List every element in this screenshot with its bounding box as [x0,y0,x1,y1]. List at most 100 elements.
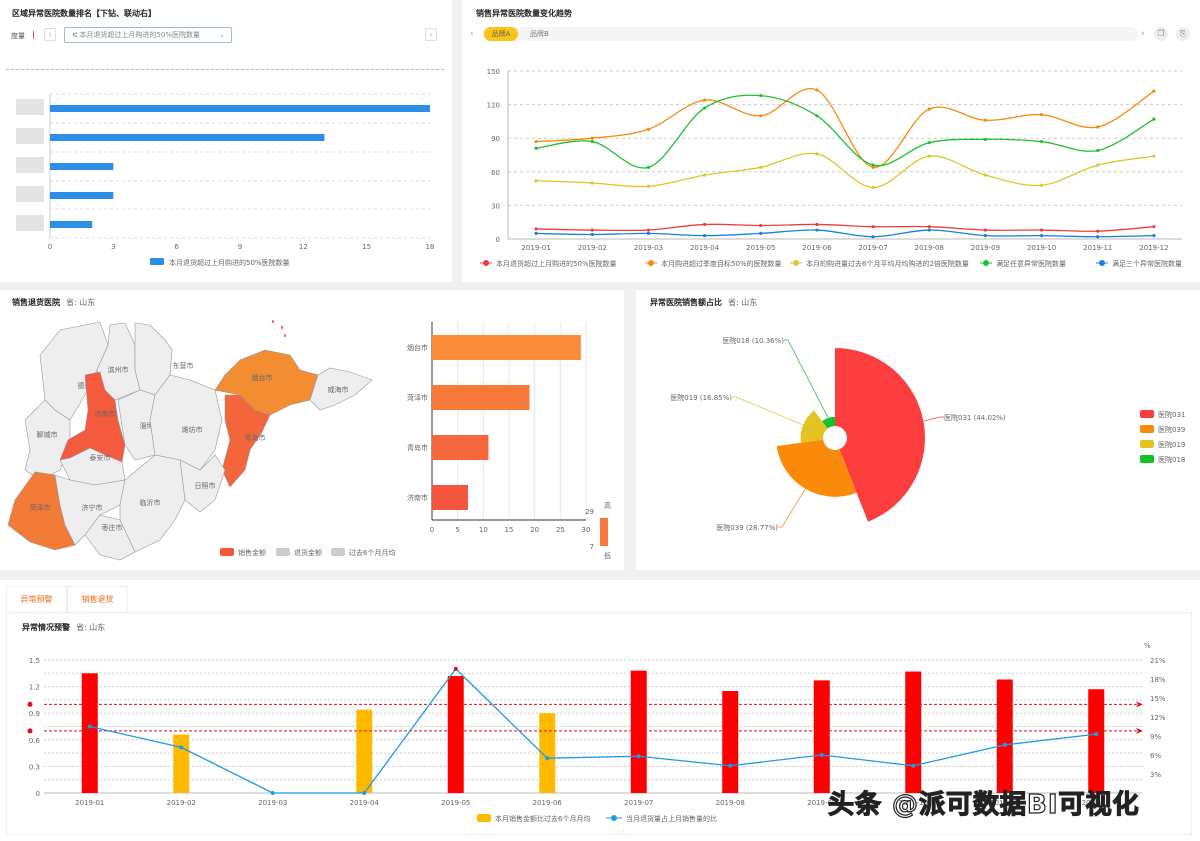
data-point [1039,139,1044,144]
legend-label: 医院019 [1158,440,1185,449]
data-point [590,136,594,140]
data-point [534,179,538,183]
x-tick-label: 2019-06 [802,244,832,252]
legend-label: 医院031 [1158,410,1185,419]
mark-line-start [27,728,33,734]
data-point [927,141,931,145]
trend-panel: 销售异常医院数量变化趋势 ‹ 品牌A 品牌B › ❐ ⎘ 0 30 60 90 120 1… [462,0,1200,282]
slice-label: 医院018 (10.36%) [722,336,784,345]
data-point [179,745,184,750]
bar [432,335,581,360]
data-point [728,763,733,768]
bar [50,192,114,199]
y-tick-label: 90 [491,135,500,143]
y-tick-label: 0.3 [29,763,40,771]
label-line [778,488,806,528]
data-point [911,763,916,768]
x-tick-label: 2019-02 [167,799,196,807]
data-point [702,234,707,238]
data-point [759,114,763,118]
legend-label: 本月的购进量过去6个月平均月均购进的2倍医院数量 [806,259,969,268]
legend-label: 本月退货超过上月购进的50%医院数量 [496,259,617,268]
data-point [983,118,988,122]
data-point [871,163,875,167]
data-point [1039,183,1044,187]
slice-label: 医院031 (44.02%) [944,413,1006,422]
x-tick-label: 10 [479,526,488,534]
mark-line-arrow [1136,701,1143,708]
data-point [1152,225,1156,229]
data-point [590,232,594,237]
visual-map-low-label: 低 [604,551,611,560]
data-point [702,222,707,227]
data-point [815,152,819,156]
data-point [534,146,538,150]
legend-marker [983,260,989,266]
y-tick-label: 0 [496,236,500,244]
y-tick-label: 1.5 [29,657,40,665]
data-point [1152,154,1156,158]
bar [996,679,1013,793]
data-point [759,165,763,169]
x-tick-label: 15 [362,243,371,251]
data-point [590,139,594,144]
data-point [927,225,931,229]
data-point [815,228,819,232]
visual-map-high-label: 高 [604,501,611,510]
y-tick-label: 60 [491,169,500,177]
map-panel: 销售退货医院省: 山东 德州市滨州市东营市聊城市济南市淄博市潍坊市烟台市威海市青… [0,290,624,570]
series-line [536,87,1155,168]
y2-tick-label: 3% [1150,771,1161,779]
rose-pie-chart: 医院031 (44.02%) 医院039 (28.77%) 医院019 (16.85… [670,336,1185,532]
mark-line-arrow [1136,727,1143,734]
data-point [636,754,641,759]
x-tick-label: 3 [111,243,115,251]
x-tick-label: 2019-01 [521,244,550,252]
y-tick-label: 青岛市 [407,443,428,452]
data-point [1002,742,1007,747]
x-tick-label: 2019-08 [915,244,944,252]
x-tick-label: 2019-11 [1083,244,1112,252]
legend-label: 本月退货超过上月购进的50%医院数量 [169,258,290,267]
x-tick-label: 2019-05 [746,244,775,252]
visual-map-max: 29 [585,508,594,516]
data-point [815,222,819,227]
y2-tick-label: 6% [1150,752,1161,760]
legend-label: 医院018 [1158,455,1185,464]
x-tick-label: 20 [530,526,539,534]
y-tick-label: 0.9 [29,710,40,718]
data-point [1096,125,1100,129]
legend-marker [793,260,799,266]
bar [50,163,114,170]
y-tick-label: 1.2 [29,684,40,692]
data-point [702,173,707,177]
data-point [927,228,931,232]
data-point [453,666,458,671]
bar [432,435,489,460]
blurred-label [16,128,44,144]
x-tick-label: 2019-07 [858,244,887,252]
blurred-label [16,186,44,202]
data-point [646,231,651,235]
data-point [1152,234,1156,238]
data-point [1096,229,1100,233]
legend-swatch [1140,455,1154,463]
legend-marker [1099,260,1105,266]
legend-marker [611,815,617,821]
x-tick-label: 2019-04 [690,244,720,252]
y-tick-label: 0.6 [29,737,41,745]
x-tick-label: 9 [238,243,242,251]
legend-label: 医院039 [1158,425,1185,434]
y-tick-label: 150 [487,68,500,76]
y2-tick-label: 9% [1150,733,1161,741]
visual-map-min: 7 [590,543,594,551]
y2-tick-label: 12% [1150,714,1166,722]
data-point [759,223,763,228]
bar [630,670,647,793]
data-point [871,225,875,229]
y-tick-label: 0 [36,790,40,798]
y2-tick-label: 15% [1150,695,1166,703]
x-tick-label: 15 [505,526,514,534]
legend-label: 本月购进超过季度目标50%的医院数量 [661,259,782,268]
x-tick-label: 2019-04 [350,799,380,807]
